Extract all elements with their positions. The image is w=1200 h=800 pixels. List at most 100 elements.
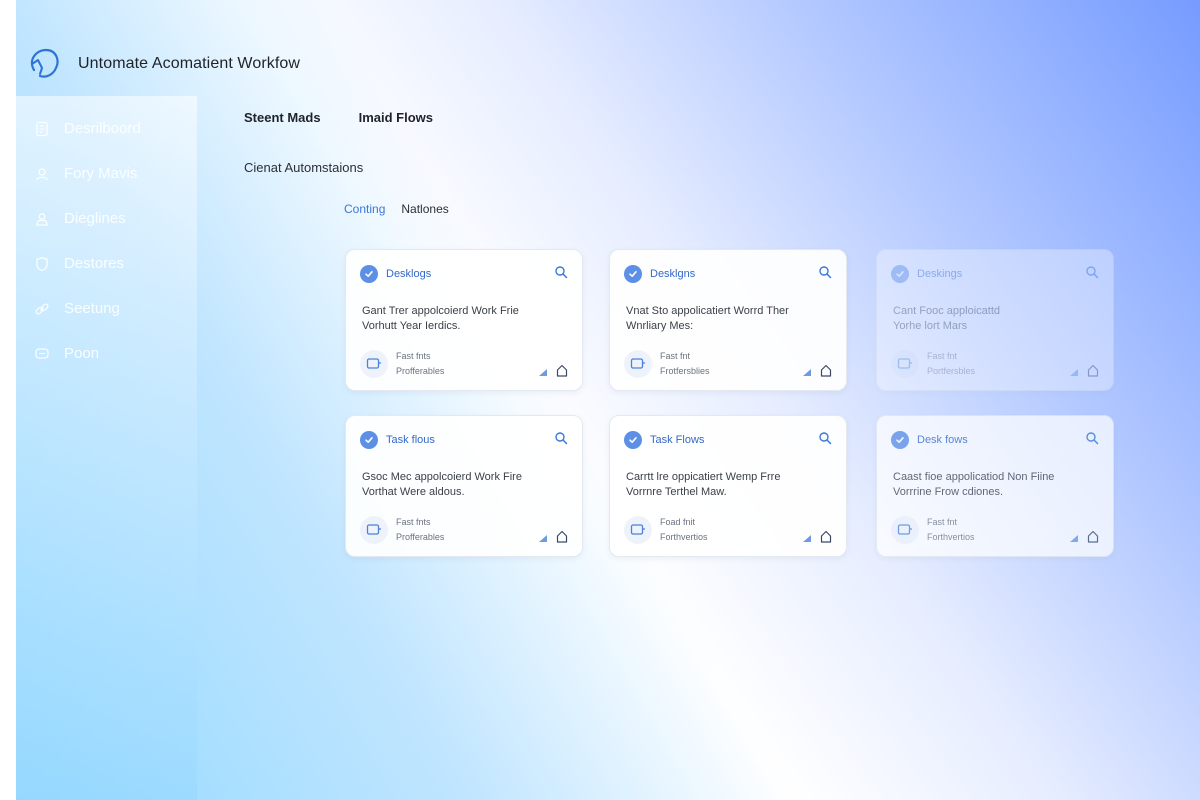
signal-icon[interactable]	[538, 528, 548, 547]
screen-icon	[624, 349, 652, 378]
link-icon	[35, 302, 49, 315]
card-title: Task flous	[386, 433, 435, 446]
card-meta: Fast fnt Portfersbles	[927, 349, 1069, 379]
filter-natlones[interactable]: Natlones	[401, 202, 448, 216]
tab-steent-mads[interactable]: Steent Mads	[244, 110, 321, 125]
screen-icon	[360, 515, 388, 544]
card-description: Gsoc Mec appolcoierd Work Fire Vorthat W…	[362, 470, 566, 500]
sidebar: Desrilboord Fory Mavis Dieglines Destore…	[16, 96, 197, 800]
card-meta-line2: Profferables	[396, 531, 445, 542]
card-meta-line1: Fast fnt	[927, 350, 958, 361]
card-desc-line1: Caast fioe appolicatiod Non Fiine	[893, 471, 1055, 483]
sidebar-item-pipelines[interactable]: Dieglines	[16, 196, 197, 241]
automation-card-2[interactable]: Desklgns Vnat Sto appolicatiert Worrd Th…	[609, 249, 847, 391]
card-meta-line2: Forthvertios	[927, 531, 975, 542]
card-description: Caast fioe appolicatiod Non Fiine Vorrri…	[893, 470, 1097, 500]
app-header: Untomate Acomatient Workfow	[26, 46, 300, 82]
filter-bar: Conting Natlones	[344, 202, 449, 216]
card-meta-line2: Portfersbles	[927, 365, 976, 376]
chat-icon	[35, 347, 49, 359]
app-title: Untomate Acomatient Workfow	[78, 55, 301, 72]
screen-icon	[360, 349, 388, 378]
search-icon[interactable]	[818, 430, 832, 449]
check-icon	[624, 430, 642, 449]
card-meta-line1: Fast fnts	[396, 516, 431, 527]
card-title: Desk fows	[917, 433, 968, 446]
signal-icon[interactable]	[802, 528, 812, 547]
sidebar-item-stores[interactable]: Destores	[16, 241, 197, 286]
check-icon	[891, 430, 909, 449]
check-icon	[891, 264, 909, 283]
card-title: Deskings	[917, 267, 963, 280]
signal-icon[interactable]	[1069, 528, 1079, 547]
search-icon[interactable]	[1085, 430, 1099, 449]
card-meta: Fast fnt Frotfersblies	[660, 349, 802, 379]
check-icon	[360, 430, 378, 449]
sidebar-item-flows[interactable]: Fory Mavis	[16, 151, 197, 196]
automation-card-1[interactable]: Desklogs Gant Trer appolcoierd Work Frie…	[345, 249, 583, 391]
search-icon[interactable]	[554, 264, 568, 283]
card-title: Task Flows	[650, 433, 705, 446]
home-icon[interactable]	[820, 528, 832, 547]
sidebar-item-settings[interactable]: Seetung	[16, 286, 197, 331]
sidebar-item-label: Fory Mavis	[64, 165, 138, 182]
card-desc-line1: Carrtt lre oppicatiert Wemp Frre	[626, 471, 781, 483]
automation-card-3[interactable]: Deskings Cant Fooc apploicattd Yorhe lor…	[876, 249, 1114, 391]
card-title: Desklgns	[650, 267, 696, 280]
card-meta-line1: Fast fnt	[660, 350, 691, 361]
card-desc-line2: Yorhe lort Mars	[893, 320, 968, 332]
signal-icon[interactable]	[538, 362, 548, 381]
signal-icon[interactable]	[802, 362, 812, 381]
card-meta-line2: Frotfersblies	[660, 365, 710, 376]
section-title: Cienat Automstaions	[244, 160, 364, 175]
shield-icon	[36, 256, 48, 271]
sidebar-item-room[interactable]: Poon	[16, 331, 197, 376]
card-meta-line2: Profferables	[396, 365, 445, 376]
automation-card-6[interactable]: Desk fows Caast fioe appolicatiod Non Fi…	[876, 415, 1114, 557]
check-icon	[624, 264, 642, 283]
screen-icon	[891, 515, 919, 544]
home-icon[interactable]	[1087, 528, 1099, 547]
card-meta-line1: Fast fnt	[927, 516, 958, 527]
home-icon[interactable]	[820, 362, 832, 381]
tab-imaid-flows[interactable]: Imaid Flows	[359, 110, 433, 125]
sidebar-item-label: Desrilboord	[64, 120, 141, 137]
home-icon[interactable]	[556, 528, 568, 547]
card-meta-line2: Forthvertios	[660, 531, 708, 542]
card-description: Carrtt lre oppicatiert Wemp Frre Vorrnre…	[626, 470, 830, 500]
card-meta: Fast fnts Profferables	[396, 515, 538, 545]
automation-card-5[interactable]: Task Flows Carrtt lre oppicatiert Wemp F…	[609, 415, 847, 557]
sidebar-item-label: Seetung	[64, 300, 120, 317]
card-desc-line1: Gant Trer appolcoierd Work Frie	[362, 305, 519, 317]
card-desc-line2: Wnrliary Mes:	[626, 320, 694, 332]
card-desc-line2: Vorthat Were aldous.	[362, 486, 465, 498]
card-desc-line2: Vorrnre Terthel Maw.	[626, 486, 727, 498]
sidebar-item-label: Destores	[64, 255, 125, 272]
logo-icon	[26, 46, 62, 82]
document-icon	[36, 121, 48, 136]
card-meta-line1: Fast fnts	[396, 350, 431, 361]
card-description: Vnat Sto appolicatiert Worrd Ther Wnrlia…	[626, 304, 830, 334]
sidebar-item-label: Dieglines	[64, 210, 126, 227]
signal-icon[interactable]	[1069, 362, 1079, 381]
search-icon[interactable]	[818, 264, 832, 283]
card-meta: Foad fnit Forthvertios	[660, 515, 802, 545]
card-desc-line1: Vnat Sto appolicatiert Worrd Ther	[626, 305, 789, 317]
home-icon[interactable]	[1087, 362, 1099, 381]
card-description: Cant Fooc apploicattd Yorhe lort Mars	[893, 304, 1097, 334]
search-icon[interactable]	[554, 430, 568, 449]
card-desc-line1: Gsoc Mec appolcoierd Work Fire	[362, 471, 522, 483]
search-icon[interactable]	[1085, 264, 1099, 283]
user-icon	[35, 167, 49, 180]
card-desc-line2: Vorhutt Year Ierdics.	[362, 320, 461, 332]
sidebar-item-dashboard[interactable]: Desrilboord	[16, 106, 197, 151]
home-icon[interactable]	[556, 362, 568, 381]
card-description: Gant Trer appolcoierd Work Frie Vorhutt …	[362, 304, 566, 334]
people-icon	[35, 212, 49, 226]
sidebar-item-label: Poon	[64, 345, 100, 362]
automation-card-4[interactable]: Task flous Gsoc Mec appolcoierd Work Fir…	[345, 415, 583, 557]
card-meta: Fast fnts Profferables	[396, 349, 538, 379]
filter-conting[interactable]: Conting	[344, 202, 385, 216]
card-title: Desklogs	[386, 267, 432, 280]
screen-icon	[891, 349, 919, 378]
